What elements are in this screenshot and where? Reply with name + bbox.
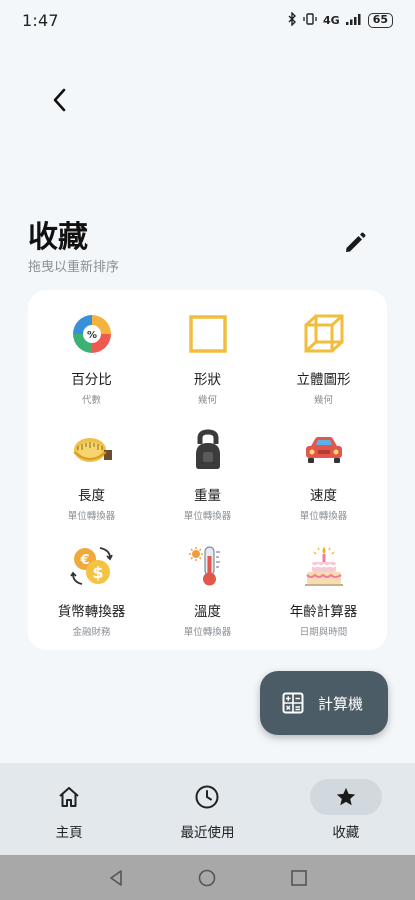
signal-icon: [345, 13, 362, 28]
network-type: 4G: [323, 13, 340, 27]
favorite-tile-shapes[interactable]: 形狀 幾何: [150, 290, 265, 406]
cube-icon: [302, 312, 346, 356]
birthday-cake-icon: [302, 544, 346, 588]
tile-name: 立體圖形: [296, 372, 351, 388]
page-subtitle: 拖曳以重新排序: [28, 260, 120, 275]
back-button[interactable]: [40, 80, 80, 120]
favorite-tile-age[interactable]: 年齡計算器 日期與時間: [266, 522, 381, 638]
favorite-tile-weight[interactable]: 重量 單位轉換器: [150, 406, 265, 522]
bluetooth-icon: [287, 10, 297, 29]
thermometer-icon: [186, 544, 230, 588]
home-icon: [59, 787, 79, 807]
nav-item-recent[interactable]: 最近使用: [138, 763, 276, 855]
currency-exchange-icon: € $: [69, 544, 114, 588]
status-bar: 1:47 4G 65: [0, 0, 415, 40]
nav-pill-active: [309, 779, 382, 815]
tile-category: 日期與時間: [299, 627, 348, 638]
nav-pill: [33, 779, 105, 815]
tile-category: 單位轉換器: [299, 511, 348, 522]
nav-label: 最近使用: [180, 825, 235, 841]
battery-level: 65: [367, 12, 393, 28]
tile-category: 代數: [81, 395, 101, 406]
star-icon: [336, 787, 355, 806]
tile-name: 速度: [310, 488, 337, 504]
favorite-tile-speed[interactable]: 速度 單位轉換器: [266, 406, 381, 522]
nav-label: 主頁: [55, 825, 83, 841]
system-back-icon[interactable]: [106, 868, 126, 888]
tile-category: 單位轉換器: [183, 511, 232, 522]
nav-label: 收藏: [332, 825, 360, 841]
tile-category: 幾何: [313, 395, 333, 406]
nav-pill: [171, 779, 243, 815]
tile-category: 金融財務: [72, 627, 111, 638]
square-shape-icon: [186, 312, 230, 356]
tile-name: 長度: [78, 488, 105, 504]
status-icons: 4G 65: [287, 10, 393, 29]
favorite-tile-percentage[interactable]: % 百分比 代數: [34, 290, 149, 406]
pencil-icon: [346, 232, 366, 252]
favorites-card: % 百分比 代數 形狀 幾何 立體圖形 幾何 長度 單位轉換器 重量 單位轉換器…: [28, 290, 387, 650]
vibrate-icon: [303, 12, 317, 29]
bottom-nav: 主頁 最近使用 收藏: [0, 763, 415, 855]
favorite-tile-temperature[interactable]: 溫度 單位轉換器: [150, 522, 265, 638]
tile-name: 百分比: [71, 372, 112, 388]
tile-name: 溫度: [194, 604, 221, 620]
calculator-icon: [282, 692, 304, 714]
calculator-fab-button[interactable]: 計算機: [260, 671, 388, 735]
kettlebell-icon: [186, 428, 230, 472]
tile-name: 重量: [194, 488, 221, 504]
favorite-tile-length[interactable]: 長度 單位轉換器: [34, 406, 149, 522]
fab-label: 計算機: [318, 694, 364, 713]
system-recents-icon[interactable]: [289, 868, 309, 888]
status-time: 1:47: [22, 10, 59, 30]
svg-text:%: %: [86, 330, 96, 341]
favorite-tile-currency[interactable]: € $ 貨幣轉換器 金融財務: [34, 522, 149, 638]
tile-name: 形狀: [194, 372, 221, 388]
nav-item-favorites[interactable]: 收藏: [277, 763, 415, 855]
system-home-icon[interactable]: [197, 868, 217, 888]
favorite-tile-3d-shapes[interactable]: 立體圖形 幾何: [266, 290, 381, 406]
tape-measure-icon: [70, 428, 114, 472]
edit-button[interactable]: [338, 226, 372, 260]
tile-category: 單位轉換器: [183, 627, 232, 638]
nav-item-home[interactable]: 主頁: [0, 763, 138, 855]
car-icon: [302, 428, 346, 472]
tile-category: 單位轉換器: [67, 511, 116, 522]
tile-name: 年齡計算器: [289, 604, 358, 620]
percentage-pie-icon: %: [70, 312, 114, 356]
svg-text:$: $: [92, 563, 103, 582]
chevron-left-icon: [53, 88, 66, 112]
tile-category: 幾何: [197, 395, 217, 406]
system-nav-bar: [0, 855, 415, 900]
tile-name: 貨幣轉換器: [57, 604, 126, 620]
page-title: 收藏: [28, 220, 88, 255]
clock-icon: [195, 785, 219, 809]
